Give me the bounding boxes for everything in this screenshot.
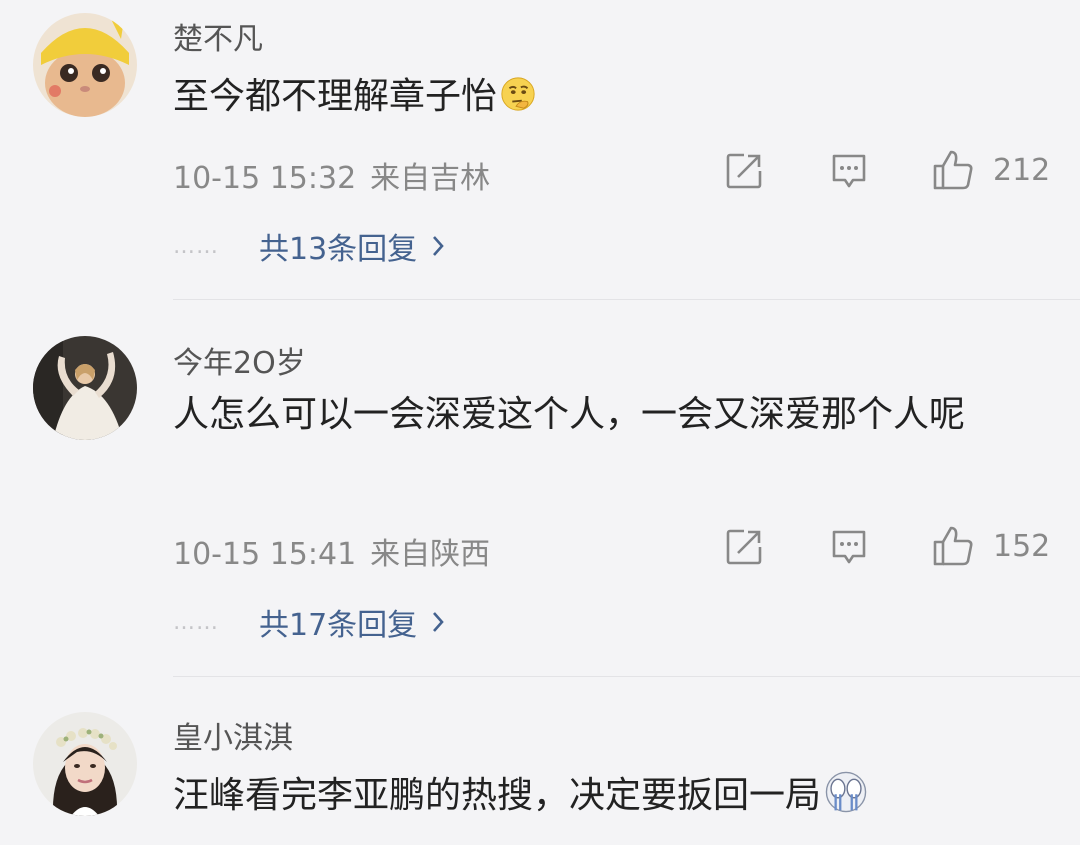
chevron-right-icon[interactable] [431, 610, 445, 634]
share-button[interactable] [724, 527, 764, 567]
avatar[interactable] [33, 712, 137, 816]
thumbs-up-icon [933, 150, 973, 190]
comment-item: 今年2O岁 人怎么可以一会深爱这个人，一会又深爱那个人呢 10-15 15:41… [0, 300, 1080, 677]
like-count: 152 [993, 528, 1051, 564]
like-button[interactable]: 152 [931, 524, 1050, 568]
avatar[interactable] [33, 336, 137, 440]
more-dots: …… [173, 609, 219, 635]
comment-meta: 10-15 15:32 来自吉林 [173, 153, 490, 197]
comment-text-body: 至今都不理解章子怡 [173, 76, 498, 117]
comment-button[interactable] [829, 151, 869, 191]
thumbs-up-icon [933, 526, 973, 566]
avatar-image [33, 13, 137, 117]
comment-button[interactable] [829, 527, 869, 567]
comment-icon [832, 154, 866, 188]
share-button[interactable] [724, 151, 764, 191]
location: 来自陕西 [370, 537, 491, 572]
comment-text: 至今都不理解章子怡 [173, 66, 1043, 128]
view-replies-link[interactable]: 共17条回复 [259, 600, 417, 644]
timestamp: 10-15 15:32 [173, 161, 357, 196]
more-dots: …… [173, 233, 219, 259]
comment-item: 楚不凡 至今都不理解章子怡 10-15 15:32 来自吉林 212 …… 共1… [0, 0, 1080, 300]
comment-text: 汪峰看完李亚鹏的热搜，决定要扳回一局 [173, 765, 1043, 827]
crying-face-emoji [825, 771, 867, 813]
username[interactable]: 楚不凡 [173, 14, 263, 58]
username[interactable]: 今年2O岁 [173, 338, 306, 382]
like-count: 212 [993, 152, 1051, 188]
reply-thread: …… 共17条回复 [173, 600, 445, 644]
avatar-image [33, 712, 137, 816]
comment-icon [832, 530, 866, 564]
share-icon [726, 153, 762, 189]
share-icon [726, 529, 762, 565]
reply-thread: …… 共13条回复 [173, 224, 445, 268]
chevron-right-icon[interactable] [431, 234, 445, 258]
timestamp: 10-15 15:41 [173, 537, 357, 572]
view-replies-link[interactable]: 共13条回复 [259, 224, 417, 268]
username[interactable]: 皇小淇淇 [173, 713, 293, 757]
comment-text-body: 汪峰看完李亚鹏的热搜，决定要扳回一局 [173, 775, 822, 816]
avatar[interactable] [33, 13, 137, 117]
thinking-face-emoji [501, 77, 535, 111]
avatar-image [33, 336, 137, 440]
comment-item: 皇小淇淇 汪峰看完李亚鹏的热搜，决定要扳回一局 [0, 677, 1080, 845]
like-button[interactable]: 212 [931, 148, 1050, 192]
comment-text: 人怎么可以一会深爱这个人，一会又深爱那个人呢 [173, 394, 966, 435]
location: 来自吉林 [370, 161, 491, 196]
comment-meta: 10-15 15:41 来自陕西 [173, 529, 490, 573]
